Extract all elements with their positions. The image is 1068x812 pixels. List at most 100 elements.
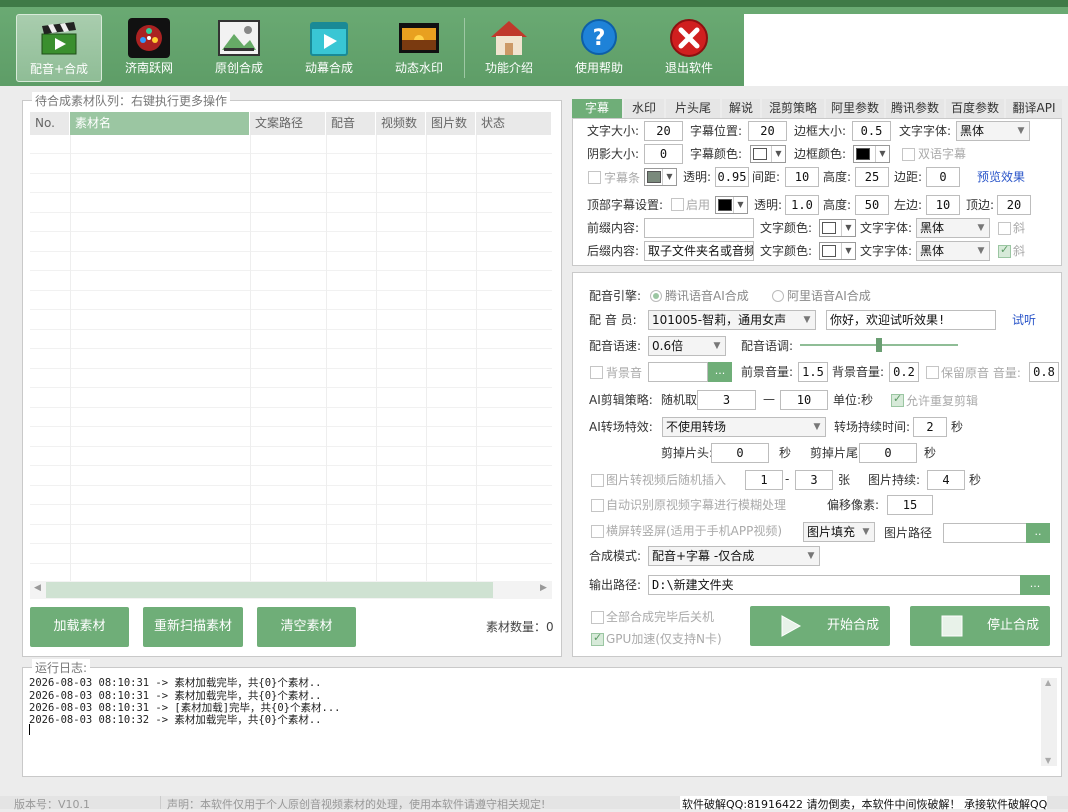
top-subtitle-enable-checkbox[interactable]: [671, 198, 684, 211]
output-path-browse-button[interactable]: ...: [1020, 575, 1050, 595]
font-family-select[interactable]: 黑体 ▼: [956, 121, 1030, 141]
bg-volume-input[interactable]: 0.2: [889, 362, 919, 382]
toolbar-button-features[interactable]: 功能介绍: [466, 14, 552, 82]
output-path-input[interactable]: D:\新建文件夹: [648, 575, 1021, 595]
bgm-checkbox[interactable]: [590, 366, 603, 379]
cut-tail-input[interactable]: 0: [859, 443, 917, 463]
suffix-font-select[interactable]: 黑体 ▼: [916, 241, 990, 261]
allow-repeat-checkbox[interactable]: [891, 392, 904, 407]
scroll-right-icon[interactable]: ▶: [540, 583, 547, 593]
scroll-left-icon[interactable]: ◀: [34, 583, 41, 593]
image-path-input[interactable]: [943, 523, 1027, 543]
opacity-input[interactable]: 0.95: [715, 167, 749, 187]
column-header-video-count[interactable]: 视频数: [376, 112, 426, 135]
toolbar-button-dub-compose[interactable]: 配音+合成: [16, 14, 102, 82]
top-height-input[interactable]: 50: [855, 195, 889, 215]
tab-translate-api[interactable]: 翻译API: [1006, 99, 1062, 118]
tab-ali-params[interactable]: 阿里参数: [826, 99, 884, 118]
cut-head-input[interactable]: 0: [711, 443, 769, 463]
tab-remix-strategy[interactable]: 混剪策略: [762, 99, 824, 118]
start-compose-button[interactable]: 开始合成: [750, 606, 890, 646]
tab-intro-outro[interactable]: 片头尾: [666, 99, 720, 118]
auto-blur-checkbox[interactable]: [591, 499, 604, 512]
offset-input[interactable]: 15: [887, 495, 933, 515]
prefix-font-select[interactable]: 黑体 ▼: [916, 218, 990, 238]
transition-select[interactable]: 不使用转场 ▼: [662, 417, 826, 437]
prefix-color-picker[interactable]: ▼: [819, 219, 856, 237]
column-header-dub[interactable]: 配音: [326, 112, 376, 135]
gpu-checkbox[interactable]: [591, 631, 604, 646]
compose-mode-select[interactable]: 配音+字幕 -仅合成 ▼: [648, 546, 820, 566]
rescan-material-button[interactable]: 重新扫描素材: [143, 607, 243, 647]
table-horizontal-scrollbar[interactable]: ◀ ▶: [30, 581, 552, 599]
column-header-no[interactable]: No.: [30, 112, 70, 135]
subtitle-position-input[interactable]: 20: [748, 121, 787, 141]
listen-link[interactable]: 试听: [1012, 310, 1036, 330]
image-path-browse-button[interactable]: ..: [1026, 523, 1050, 543]
tone-slider-thumb[interactable]: [876, 338, 882, 352]
scrollbar-thumb[interactable]: [46, 582, 493, 598]
shutdown-checkbox[interactable]: [591, 611, 604, 624]
keep-original-volume-input[interactable]: 0.8: [1029, 362, 1059, 382]
image-insert-checkbox[interactable]: [591, 474, 604, 487]
spacing-input[interactable]: 10: [785, 167, 819, 187]
shadow-size-input[interactable]: 0: [644, 144, 683, 164]
top-top-input[interactable]: 20: [997, 195, 1031, 215]
bgm-path-input[interactable]: [648, 362, 708, 382]
scroll-up-icon[interactable]: ▲: [1045, 678, 1051, 687]
border-size-input[interactable]: 0.5: [852, 121, 891, 141]
suffix-italic-checkbox[interactable]: [998, 243, 1011, 258]
column-header-name[interactable]: 素材名: [70, 112, 250, 135]
height-input[interactable]: 25: [855, 167, 889, 187]
stop-compose-button[interactable]: 停止合成: [910, 606, 1050, 646]
suffix-color-picker[interactable]: ▼: [819, 242, 856, 260]
material-table[interactable]: No. 素材名 文案路径 配音 视频数 图片数 状态: [30, 112, 552, 582]
transition-duration-input[interactable]: 2: [913, 417, 947, 437]
tab-narration[interactable]: 解说: [722, 99, 760, 118]
border-color-picker[interactable]: ▼: [853, 145, 890, 163]
toolbar-button-exit[interactable]: 退出软件: [646, 14, 732, 82]
toolbar-button-subtitle-compose[interactable]: 动幕合成: [286, 14, 372, 82]
column-header-script-path[interactable]: 文案路径: [250, 112, 326, 135]
toolbar-button-jinan[interactable]: 济南跃网: [106, 14, 192, 82]
landscape-to-portrait-checkbox[interactable]: [591, 525, 604, 538]
margin-input[interactable]: 0: [926, 167, 960, 187]
tab-tencent-params[interactable]: 腾讯参数: [886, 99, 944, 118]
clear-material-button[interactable]: 清空素材: [257, 607, 356, 647]
engine-tencent-radio[interactable]: [650, 290, 662, 302]
subtitle-bar-color-picker[interactable]: ▼: [644, 168, 677, 186]
column-header-status[interactable]: 状态: [476, 112, 552, 135]
bgm-browse-button[interactable]: ...: [708, 362, 732, 382]
top-opacity-input[interactable]: 1.0: [785, 195, 819, 215]
random-to-input[interactable]: 10: [780, 390, 828, 410]
tab-baidu-params[interactable]: 百度参数: [946, 99, 1004, 118]
engine-ali-radio[interactable]: [772, 290, 784, 302]
image-insert-from-input[interactable]: 1: [745, 470, 783, 490]
tab-subtitle[interactable]: 字幕: [572, 99, 622, 118]
random-from-input[interactable]: 3: [697, 390, 756, 410]
top-subtitle-color-picker[interactable]: ▼: [715, 196, 748, 214]
preview-effect-link[interactable]: 预览效果: [977, 167, 1025, 187]
load-material-button[interactable]: 加载素材: [30, 607, 129, 647]
keep-original-checkbox[interactable]: [926, 366, 939, 379]
subtitle-color-picker[interactable]: ▼: [750, 145, 786, 163]
speed-select[interactable]: 0.6倍 ▼: [648, 336, 726, 356]
column-header-image-count[interactable]: 图片数: [426, 112, 476, 135]
test-text-input[interactable]: 你好，欢迎试听效果!: [826, 310, 996, 330]
scroll-down-icon[interactable]: ▼: [1045, 756, 1051, 765]
prefix-italic-checkbox[interactable]: [998, 222, 1011, 235]
subtitle-bar-checkbox[interactable]: [588, 171, 601, 184]
font-size-input[interactable]: 20: [644, 121, 683, 141]
bilingual-checkbox[interactable]: [902, 148, 915, 161]
toolbar-button-original-compose[interactable]: 原创合成: [196, 14, 282, 82]
voice-select[interactable]: 101005-智莉，通用女声 ▼: [648, 310, 816, 330]
image-insert-to-input[interactable]: 3: [795, 470, 833, 490]
suffix-input[interactable]: 取子文件夹名或音频: [644, 241, 754, 261]
tab-watermark[interactable]: 水印: [624, 99, 664, 118]
toolbar-button-help[interactable]: ? 使用帮助: [556, 14, 642, 82]
fill-mode-select[interactable]: 图片填充 ▼: [803, 522, 875, 542]
toolbar-button-dynamic-watermark[interactable]: 动态水印: [376, 14, 462, 82]
fg-volume-input[interactable]: 1.5: [798, 362, 828, 382]
prefix-input[interactable]: [644, 218, 754, 238]
top-left-input[interactable]: 10: [926, 195, 960, 215]
